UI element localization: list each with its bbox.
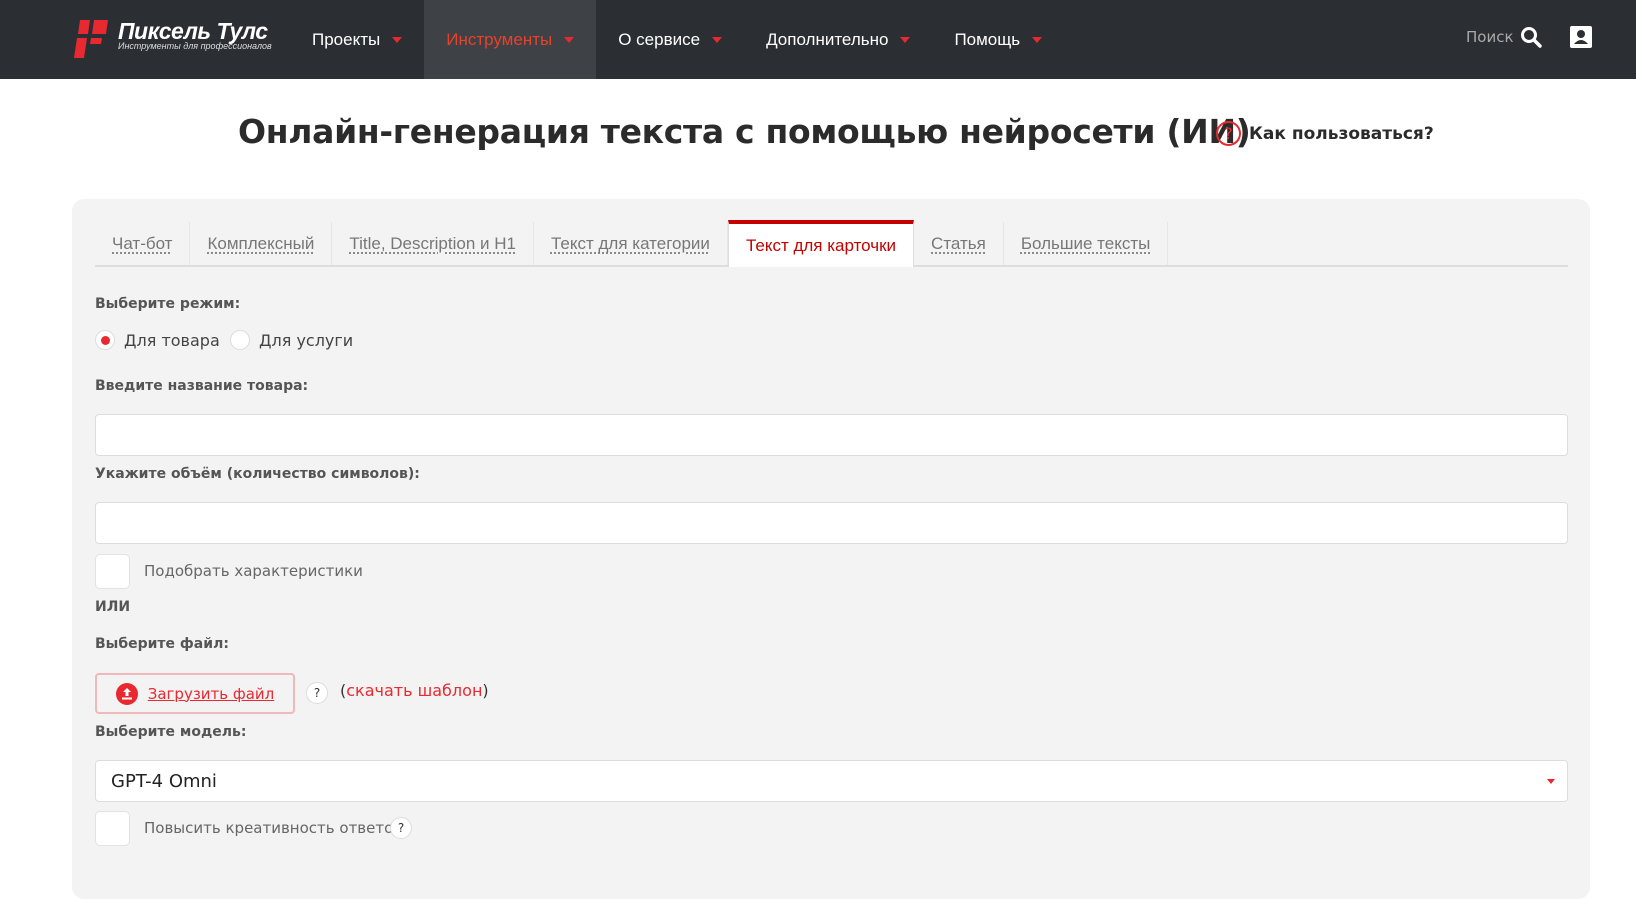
- user-icon: [1570, 26, 1592, 48]
- tool-panel: Чат-бот Комплексный Title, Description и…: [72, 199, 1590, 899]
- model-select[interactable]: GPT-4 Omni: [95, 760, 1568, 802]
- nav-about[interactable]: О сервисе: [596, 0, 744, 79]
- nav-label: Инструменты: [446, 29, 553, 49]
- model-label: Выберите модель:: [95, 724, 247, 740]
- radio-unchecked-icon: [230, 330, 250, 350]
- mode-label: Выберите режим:: [95, 296, 241, 312]
- caret-down-icon: [1032, 36, 1043, 43]
- nav-label: Помощь: [954, 29, 1021, 49]
- caret-down-icon: [900, 36, 911, 43]
- logo-subtitle: Инструменты для профессионалов: [118, 41, 272, 51]
- tab-product-card-text[interactable]: Текст для карточки: [727, 220, 915, 267]
- creativity-checkbox[interactable]: [95, 811, 130, 846]
- nav-projects[interactable]: Проекты: [290, 0, 424, 79]
- pick-features-label: Подобрать характеристики: [144, 562, 363, 580]
- nav-label: О сервисе: [618, 29, 701, 49]
- radio-product[interactable]: Для товара: [95, 330, 220, 350]
- tab-large-texts[interactable]: Большие тексты: [1004, 222, 1169, 265]
- how-to-use-link[interactable]: ? Как пользоваться?: [1216, 121, 1434, 146]
- radio-label: Для услуги: [259, 330, 354, 350]
- nav-label: Дополнительно: [766, 29, 889, 49]
- tab-title-description-h1[interactable]: Title, Description и H1: [332, 222, 534, 265]
- logo-icon: [74, 20, 108, 58]
- nav-help[interactable]: Помощь: [932, 0, 1064, 79]
- caret-down-icon: [1547, 778, 1555, 784]
- product-name-input[interactable]: [95, 414, 1568, 456]
- upload-label: Загрузить файл: [147, 684, 275, 703]
- search-label: Поиск: [1466, 28, 1514, 46]
- file-label: Выберите файл:: [95, 636, 229, 652]
- pick-features-checkbox[interactable]: [95, 554, 130, 589]
- paren: ): [482, 681, 489, 700]
- logo[interactable]: Пиксель Тулс Инструменты для профессиона…: [72, 18, 272, 62]
- tab-complex[interactable]: Комплексный: [190, 222, 333, 265]
- radio-checked-icon: [95, 330, 115, 350]
- volume-input[interactable]: [95, 502, 1568, 544]
- nav-tools[interactable]: Инструменты: [424, 0, 597, 79]
- main-nav: Проекты Инструменты О сервисе Дополнител…: [290, 0, 1064, 79]
- model-selected-value: GPT-4 Omni: [111, 770, 217, 792]
- upload-icon: [115, 682, 138, 705]
- nav-label: Проекты: [312, 29, 381, 49]
- caret-down-icon: [392, 36, 403, 43]
- caret-down-icon: [564, 36, 575, 43]
- tab-category-text[interactable]: Текст для категории: [534, 222, 728, 265]
- help-link-label: Как пользоваться?: [1249, 123, 1434, 144]
- or-separator: ИЛИ: [95, 599, 131, 615]
- radio-label: Для товара: [124, 330, 220, 350]
- volume-label: Укажите объём (количество символов):: [95, 466, 420, 482]
- user-account-button[interactable]: [1570, 26, 1592, 52]
- search-icon: [1520, 27, 1542, 48]
- product-name-label: Введите название товара:: [95, 378, 309, 394]
- top-navbar: Пиксель Тулс Инструменты для профессиона…: [0, 0, 1636, 79]
- tab-article[interactable]: Статья: [914, 222, 1004, 265]
- page-title: Онлайн-генерация текста с помощью нейрос…: [238, 112, 1251, 151]
- question-circle-icon: ?: [1216, 121, 1241, 146]
- tab-chatbot[interactable]: Чат-бот: [95, 222, 191, 265]
- nav-extra[interactable]: Дополнительно: [744, 0, 932, 79]
- upload-file-button[interactable]: Загрузить файл: [95, 673, 295, 714]
- file-help-icon[interactable]: ?: [306, 682, 328, 704]
- radio-service[interactable]: Для услуги: [230, 330, 353, 350]
- download-template: (скачать шаблон): [340, 681, 489, 700]
- creativity-label: Повысить креативность ответов: [144, 819, 403, 837]
- search-button[interactable]: Поиск: [1466, 26, 1542, 48]
- tab-bar: Чат-бот Комплексный Title, Description и…: [95, 220, 1568, 267]
- creativity-help-icon[interactable]: ?: [390, 817, 412, 839]
- caret-down-icon: [712, 36, 723, 43]
- download-template-link[interactable]: скачать шаблон: [346, 681, 482, 700]
